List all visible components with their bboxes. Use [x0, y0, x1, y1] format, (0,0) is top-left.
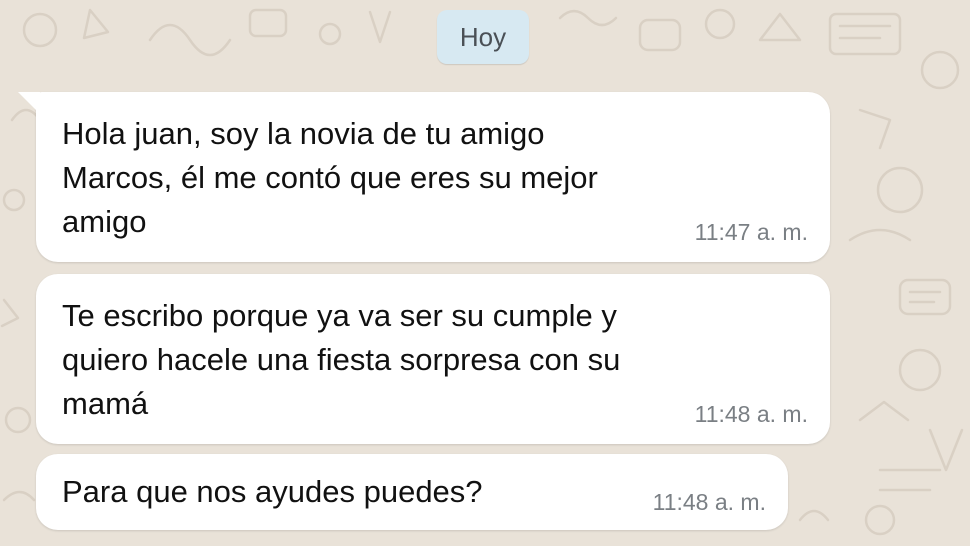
message-line: amigo — [62, 204, 147, 239]
message-line: Para que nos ayudes puedes? — [62, 474, 483, 509]
incoming-message-bubble[interactable]: Para que nos ayudes puedes? 11:48 a. m. — [36, 454, 788, 530]
message-line: mamá — [62, 386, 149, 421]
message-timestamp: 11:48 a. m. — [652, 489, 766, 515]
message-text: Te escribo porque ya va ser su cumple y … — [62, 294, 620, 426]
message-line: Te escribo porque ya va ser su cumple y — [62, 298, 617, 333]
message-line: Marcos, él me contó que eres su mejor — [62, 160, 598, 195]
message-text: Para que nos ayudes puedes? — [62, 470, 483, 514]
date-separator: Hoy — [437, 10, 529, 64]
message-line: Hola juan, soy la novia de tu amigo — [62, 116, 545, 151]
message-timestamp: 11:47 a. m. — [694, 219, 808, 245]
incoming-message-bubble[interactable]: Hola juan, soy la novia de tu amigo Marc… — [18, 92, 830, 262]
message-line: quiero hacele una fiesta sorpresa con su — [62, 342, 621, 377]
message-timestamp: 11:48 a. m. — [694, 401, 808, 427]
date-separator-label: Hoy — [459, 21, 507, 52]
bubble-tail — [18, 92, 40, 114]
incoming-message-bubble[interactable]: Te escribo porque ya va ser su cumple y … — [36, 274, 830, 444]
message-text: Hola juan, soy la novia de tu amigo Marc… — [62, 112, 598, 244]
